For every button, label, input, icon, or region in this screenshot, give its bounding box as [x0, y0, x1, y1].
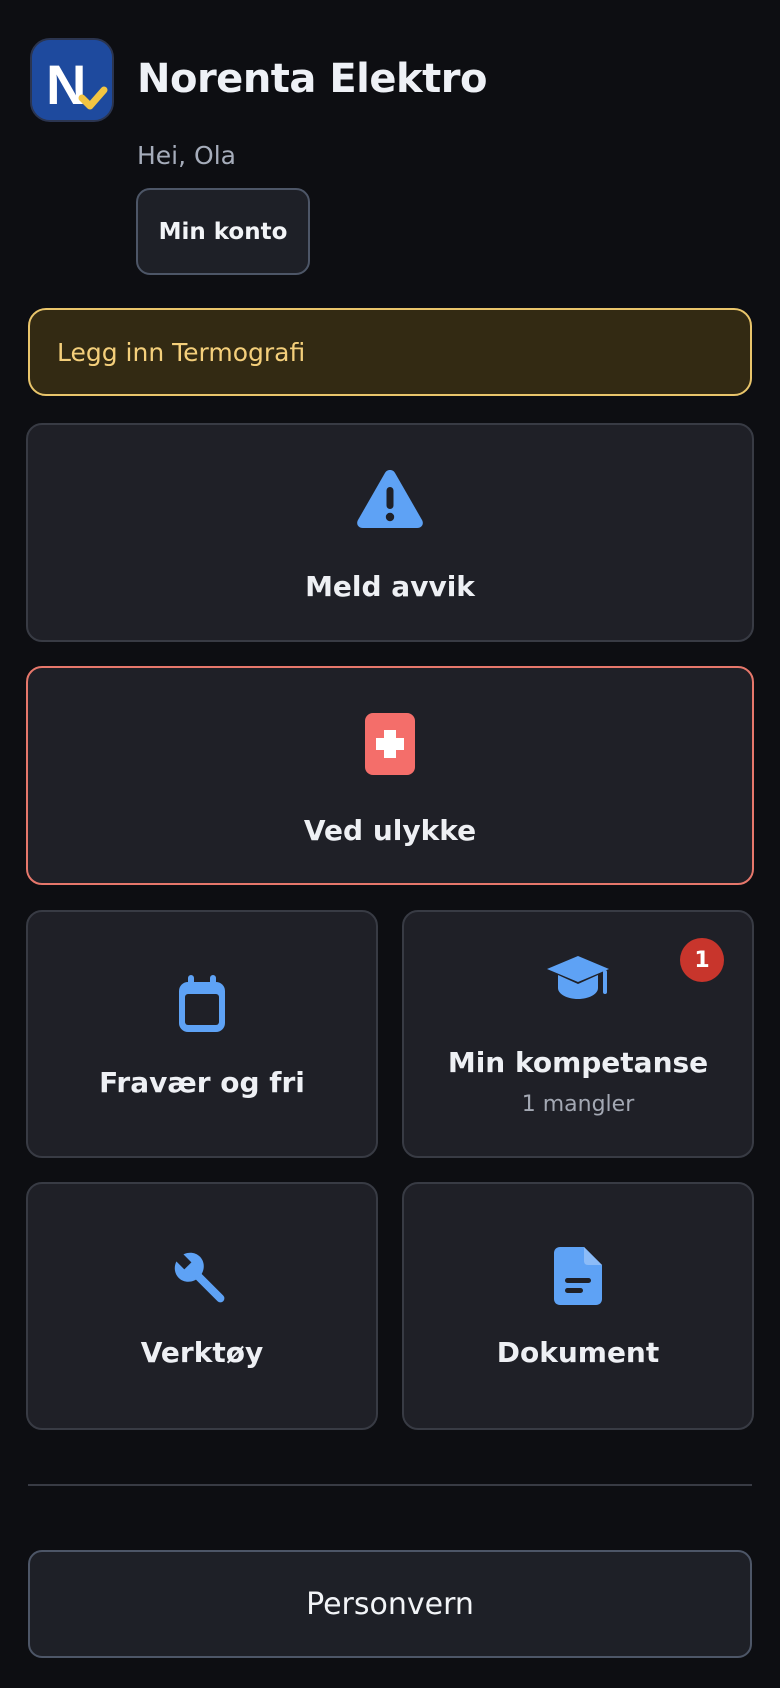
report-deviation-tile[interactable]: Meld avvik	[26, 423, 754, 642]
document-icon	[554, 1247, 602, 1305]
app-title: Norenta Elektro	[137, 56, 487, 102]
missing-count-badge: 1	[680, 938, 724, 982]
documents-label: Dokument	[496, 1336, 660, 1369]
accident-tile[interactable]: Ved ulykke	[26, 666, 754, 885]
home-screen: N Norenta Elektro Hei, Ola Min konto Leg…	[0, 0, 780, 1688]
app-logo: N	[30, 38, 114, 122]
logo-mark-icon: N	[32, 40, 112, 120]
privacy-button[interactable]: Personvern	[28, 1550, 752, 1658]
greeting-text: Hei, Ola	[137, 141, 236, 170]
section-divider	[28, 1484, 752, 1486]
report-deviation-label: Meld avvik	[305, 570, 475, 603]
first-aid-icon	[365, 713, 415, 775]
competence-tile[interactable]: 1 Min kompetanse 1 mangler	[402, 910, 754, 1158]
my-account-button[interactable]: Min konto	[136, 188, 310, 275]
calendar-icon	[179, 975, 225, 1032]
competence-label: Min kompetanse	[447, 1046, 709, 1079]
competence-missing-text: 1 mangler	[521, 1092, 635, 1117]
svg-text:N: N	[46, 53, 86, 116]
accident-label: Ved ulykke	[303, 814, 477, 847]
absence-label: Fravær og fri	[99, 1066, 305, 1099]
wrench-icon	[174, 1252, 225, 1303]
termography-notice[interactable]: Legg inn Termografi	[28, 308, 752, 396]
documents-tile[interactable]: Dokument	[402, 1182, 754, 1430]
tools-label: Verktøy	[140, 1336, 264, 1369]
absence-tile[interactable]: Fravær og fri	[26, 910, 378, 1158]
notice-text: Legg inn Termografi	[57, 337, 306, 367]
tools-tile[interactable]: Verktøy	[26, 1182, 378, 1430]
graduation-cap-icon	[547, 956, 609, 999]
warning-triangle-icon	[357, 470, 423, 528]
